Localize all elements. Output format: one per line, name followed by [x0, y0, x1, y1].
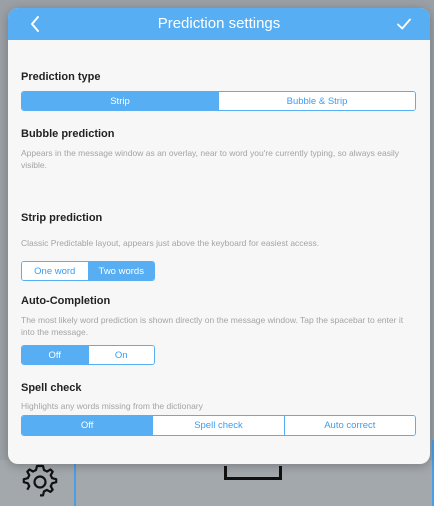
- auto-completion-description: The most likely word prediction is shown…: [21, 315, 404, 337]
- spell-check-option-spell-check[interactable]: Spell check: [152, 416, 284, 435]
- strip-prediction-description: Classic Predictable layout, appears just…: [21, 238, 320, 248]
- title-bar: Prediction settings: [8, 8, 430, 40]
- spell-check-heading: Spell check: [21, 382, 82, 394]
- strip-prediction-segmented-control: One word Two words: [21, 261, 155, 281]
- spell-check-description: Highlights any words missing from the di…: [21, 401, 203, 411]
- strip-prediction-option-two-words[interactable]: Two words: [87, 262, 154, 280]
- prediction-settings-modal: Prediction settings Prediction type Stri…: [8, 8, 430, 464]
- bubble-prediction-heading: Bubble prediction: [21, 128, 115, 140]
- prediction-type-option-bubble-and-strip[interactable]: Bubble & Strip: [218, 92, 415, 110]
- spell-check-option-off[interactable]: Off: [22, 416, 153, 435]
- strip-prediction-option-one-word[interactable]: One word: [22, 262, 88, 280]
- auto-completion-option-on[interactable]: On: [87, 346, 154, 364]
- page-title: Prediction settings: [157, 15, 281, 32]
- checkmark-icon: [397, 18, 411, 30]
- spell-check-segmented-control: Off Spell check Auto correct: [21, 415, 416, 436]
- prediction-type-segmented-control: Strip Bubble & Strip: [21, 91, 416, 111]
- prediction-type-option-strip[interactable]: Strip: [22, 92, 218, 110]
- background-keyboard-bracket: [224, 466, 282, 480]
- gear-icon: [18, 460, 62, 498]
- auto-completion-segmented-control: Off On: [21, 345, 155, 365]
- done-button[interactable]: [394, 14, 414, 34]
- strip-prediction-heading: Strip prediction: [21, 212, 103, 224]
- bubble-prediction-description: Appears in the message window as an over…: [21, 148, 400, 170]
- background-toolbar: [0, 460, 434, 506]
- auto-completion-option-off[interactable]: Off: [22, 346, 88, 364]
- auto-completion-heading: Auto-Completion: [21, 295, 111, 307]
- prediction-type-heading: Prediction type: [21, 71, 101, 83]
- spell-check-option-auto-correct[interactable]: Auto correct: [283, 416, 415, 435]
